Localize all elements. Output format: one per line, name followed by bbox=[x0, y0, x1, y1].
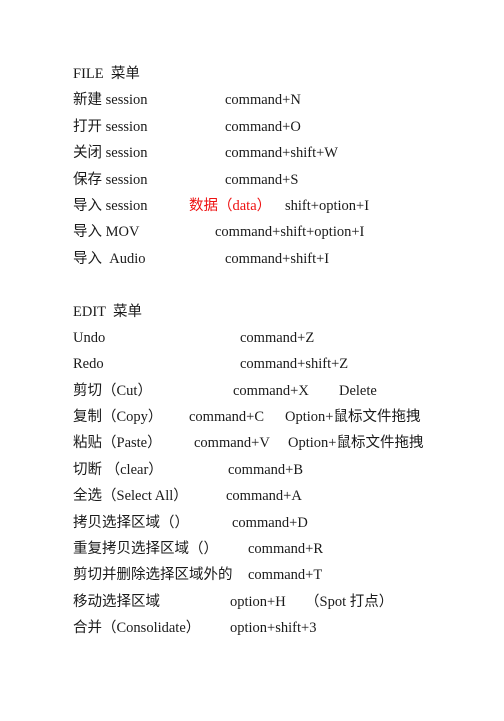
shortcut-keys: command+Z bbox=[240, 329, 315, 346]
shortcut-row-copy: 复制（Copy） command+C Option+鼠标文件拖拽 bbox=[73, 404, 473, 430]
shortcut-label: 粘贴（Paste） bbox=[73, 435, 162, 452]
shortcut-keys: command+shift+W bbox=[225, 145, 338, 162]
shortcut-label: 新建 session bbox=[73, 92, 148, 109]
shortcut-keys: command+X bbox=[233, 382, 309, 399]
shortcut-keys: command+B bbox=[228, 461, 304, 478]
shortcut-row: 合并（Consolidate） option+shift+3 bbox=[73, 615, 473, 641]
shortcut-keys: command+V bbox=[194, 435, 270, 452]
shortcut-label: 剪切并删除选择区域外的 bbox=[73, 567, 233, 584]
shortcut-label: 保存 session bbox=[73, 171, 148, 188]
shortcut-label: 切断 （clear） bbox=[73, 461, 163, 478]
shortcut-keys-alternate: Option+鼠标文件拖拽 bbox=[285, 409, 421, 426]
shortcut-label: 剪切（Cut） bbox=[73, 382, 152, 399]
shortcut-label: 导入 session bbox=[73, 197, 152, 214]
section-heading-file: FILE 菜单 bbox=[73, 66, 140, 82]
shortcut-row: Undo command+Z bbox=[73, 325, 473, 351]
shortcut-label: 导入 MOV bbox=[73, 224, 140, 241]
shortcut-row: 新建 session command+N bbox=[73, 87, 473, 113]
shortcut-keys-note: （Spot 打点） bbox=[305, 593, 394, 610]
shortcut-keys: command+A bbox=[226, 488, 302, 505]
shortcut-label: Undo bbox=[73, 329, 106, 346]
shortcut-label: 导入 Audio bbox=[73, 250, 146, 267]
shortcut-label: 复制（Copy） bbox=[73, 409, 163, 426]
section-heading-edit: EDIT 菜单 bbox=[73, 303, 143, 320]
shortcut-label: 关闭 session bbox=[73, 145, 148, 162]
shortcut-keys: command+O bbox=[225, 118, 301, 135]
section-file-menu: FILE 菜单 新建 session command+N 打开 session … bbox=[73, 61, 473, 272]
shortcut-row: 打开 session command+O bbox=[73, 114, 473, 140]
shortcut-label: 移动选择区域 bbox=[73, 593, 160, 610]
shortcut-row: 重复拷贝选择区域（） command+R bbox=[73, 536, 473, 562]
shortcut-keys: shift+option+I bbox=[285, 197, 370, 214]
shortcut-keys-alternate: Option+鼠标文件拖拽 bbox=[288, 435, 424, 452]
shortcut-row: 剪切并删除选择区域外的 command+T bbox=[73, 562, 473, 588]
shortcut-keys-alternate: Delete bbox=[339, 382, 377, 399]
shortcut-label: 打开 session bbox=[73, 118, 148, 135]
shortcut-keys: command+shift+option+I bbox=[215, 224, 365, 241]
shortcut-keys: command+S bbox=[225, 171, 299, 188]
shortcut-row: 切断 （clear） command+B bbox=[73, 457, 473, 483]
shortcut-label-highlight: 数据（data） bbox=[189, 197, 272, 214]
shortcut-row: 全选（Select All） command+A bbox=[73, 483, 473, 509]
shortcut-keys: command+T bbox=[248, 567, 323, 584]
shortcut-keys: command+C bbox=[189, 409, 265, 426]
shortcut-row-import-session: 导入 session 数据（data） shift+option+I bbox=[73, 193, 473, 219]
shortcut-row-move-selection: 移动选择区域 option+H （Spot 打点） bbox=[73, 589, 473, 615]
shortcut-row: 导入 Audio command+shift+I bbox=[73, 246, 473, 272]
shortcut-row: 关闭 session command+shift+W bbox=[73, 140, 473, 166]
shortcut-row: Redo command+shift+Z bbox=[73, 351, 473, 377]
shortcut-keys: command+R bbox=[248, 541, 324, 558]
shortcut-label: 全选（Select All） bbox=[73, 488, 188, 505]
section-edit-menu: EDIT 菜单 Undo command+Z Redo command+shif… bbox=[73, 299, 473, 642]
shortcut-row: 导入 MOV command+shift+option+I bbox=[73, 219, 473, 245]
shortcut-keys: command+shift+I bbox=[225, 250, 330, 267]
shortcut-keys: option+shift+3 bbox=[230, 620, 317, 637]
shortcut-keys: command+D bbox=[232, 514, 308, 531]
shortcut-row: 保存 session command+S bbox=[73, 167, 473, 193]
shortcut-row-paste: 粘贴（Paste） command+V Option+鼠标文件拖拽 bbox=[73, 430, 473, 456]
shortcut-label: 重复拷贝选择区域（） bbox=[73, 541, 218, 558]
shortcut-row: 拷贝选择区域（） command+D bbox=[73, 510, 473, 536]
document-page: FILE 菜单 新建 session command+N 打开 session … bbox=[0, 0, 504, 713]
shortcut-label: 合并（Consolidate） bbox=[73, 620, 201, 637]
document-body: FILE 菜单 新建 session command+N 打开 session … bbox=[73, 61, 473, 642]
shortcut-keys: option+H bbox=[230, 593, 286, 610]
shortcut-label: Redo bbox=[73, 356, 104, 373]
shortcut-keys: command+N bbox=[225, 92, 301, 109]
shortcut-keys: command+shift+Z bbox=[240, 356, 349, 373]
shortcut-label: 拷贝选择区域（） bbox=[73, 514, 189, 531]
shortcut-row-cut: 剪切（Cut） command+X Delete bbox=[73, 378, 473, 404]
